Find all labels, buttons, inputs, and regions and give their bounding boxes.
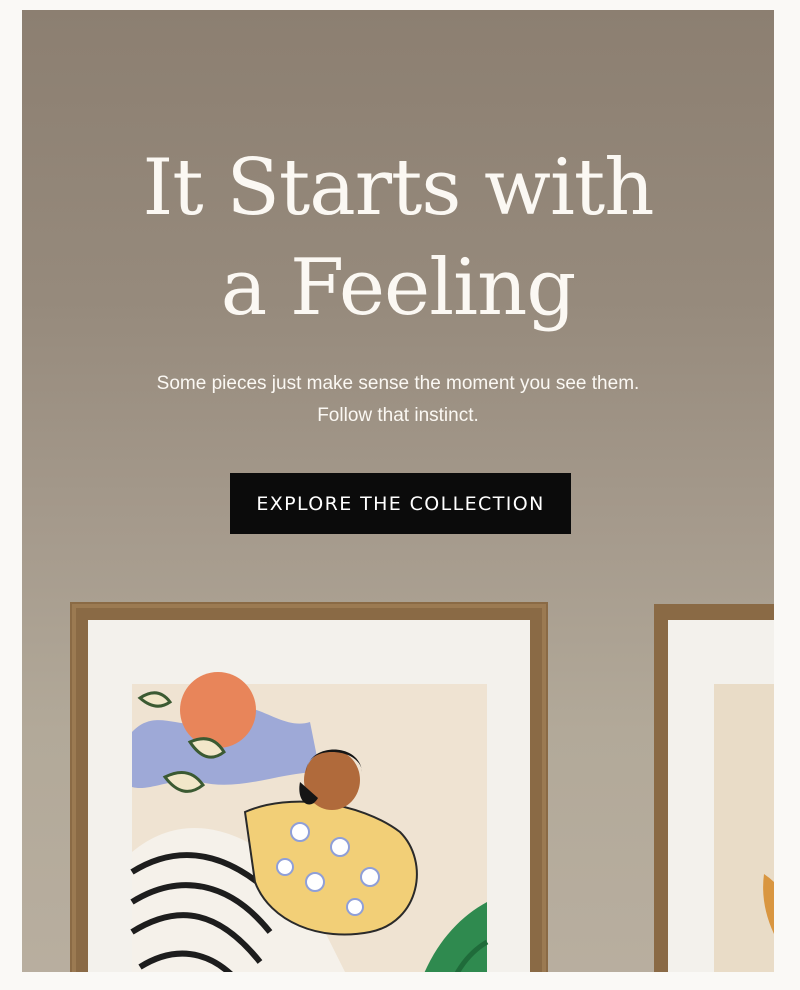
explore-collection-button[interactable]: EXPLORE THE COLLECTION [230, 473, 571, 534]
framed-art-print-secondary [654, 604, 774, 972]
hero-headline: It Starts with a Feeling [98, 138, 698, 338]
hero-subtitle: Some pieces just make sense the moment y… [156, 373, 640, 426]
headline-line-1: It Starts with [142, 143, 655, 233]
framed-art-print [70, 602, 548, 972]
hero-copy: It Starts with a Feeling Some pieces jus… [22, 10, 774, 432]
artwork-illustration [130, 672, 489, 972]
headline-line-2: a Feeling [220, 243, 577, 333]
hero-banner: It Starts with a Feeling Some pieces jus… [22, 10, 774, 972]
